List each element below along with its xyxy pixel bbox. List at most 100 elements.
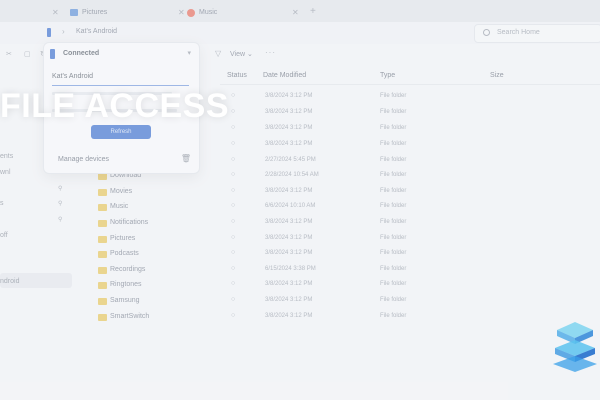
pictures-folder-icon — [70, 9, 78, 16]
folder-icon — [98, 251, 107, 258]
file-date: 3/8/2024 3:12 PM — [265, 188, 313, 194]
file-name: Notifications — [110, 219, 149, 226]
file-name: Samsung — [110, 297, 140, 304]
refresh-button[interactable]: Refresh — [91, 125, 151, 139]
column-header-size[interactable]: Size — [490, 72, 504, 79]
manage-devices-link[interactable]: Manage devices — [58, 156, 109, 163]
file-date: 3/8/2024 3:12 PM — [265, 250, 313, 256]
sync-status-icon: ○ — [231, 171, 236, 178]
file-name: Ringtones — [110, 281, 142, 288]
close-tab-icon[interactable]: ✕ — [292, 8, 299, 17]
sync-status-icon: ○ — [231, 202, 236, 209]
chevron-right-icon: › — [62, 27, 65, 36]
sidebar-item[interactable]: s — [0, 200, 4, 207]
view-label: View — [230, 51, 246, 58]
tab-music[interactable]: Music — [187, 3, 297, 22]
phone-icon — [47, 28, 51, 37]
file-type: File folder — [380, 109, 407, 115]
sidebar-item[interactable]: wnl — [0, 169, 11, 176]
sync-status-icon: ○ — [231, 280, 236, 287]
file-name: SmartSwitch — [110, 313, 150, 320]
folder-icon — [98, 204, 107, 211]
table-row[interactable]: Notifications ○ 3/8/2024 3:12 PM File fo… — [95, 216, 600, 231]
file-date: 3/8/2024 3:12 PM — [265, 219, 313, 225]
pin-icon: ⚲ — [58, 186, 63, 192]
folder-icon — [98, 220, 107, 227]
file-date: 2/27/2024 5:45 PM — [265, 157, 316, 163]
copy-icon[interactable]: ▢ — [24, 50, 31, 58]
table-row[interactable]: Music ○ 6/6/2024 10:10 AM File folder — [95, 200, 600, 215]
file-name: Music — [110, 203, 129, 210]
sync-status-icon: ○ — [231, 124, 236, 131]
file-date: 3/8/2024 3:12 PM — [265, 125, 313, 131]
column-header-type[interactable]: Type — [380, 72, 395, 79]
file-name: Podcasts — [110, 250, 139, 257]
headline: FILE ACCESS — [0, 87, 230, 125]
layered-stack-logo-icon — [553, 322, 597, 372]
folder-icon — [98, 236, 107, 243]
sync-status-icon: ○ — [231, 140, 236, 147]
sync-status-icon: ○ — [231, 296, 236, 303]
close-tab-icon[interactable]: ✕ — [52, 8, 59, 17]
file-date: 3/8/2024 3:12 PM — [265, 297, 313, 303]
table-row[interactable]: Pictures ○ 3/8/2024 3:12 PM File folder — [95, 232, 600, 247]
file-type: File folder — [380, 235, 407, 241]
trash-icon[interactable]: 🗑 — [181, 154, 191, 163]
sync-status-icon: ○ — [231, 234, 236, 241]
file-date: 3/8/2024 3:12 PM — [265, 141, 313, 147]
folder-icon — [98, 282, 107, 289]
file-type: File folder — [380, 313, 407, 319]
folder-icon — [98, 173, 107, 180]
new-tab-icon[interactable]: + — [310, 6, 316, 17]
sync-status-icon: ○ — [231, 108, 236, 115]
file-type: File folder — [380, 281, 407, 287]
file-date: 2/28/2024 10:54 AM — [265, 172, 319, 178]
table-row[interactable]: Recordings ○ 6/15/2024 3:38 PM File fold… — [95, 263, 600, 278]
more-options-icon[interactable]: ··· — [265, 48, 276, 57]
divider — [52, 85, 189, 86]
sidebar-item-android[interactable]: ndroid — [0, 278, 19, 285]
table-row[interactable]: SmartSwitch ○ 3/8/2024 3:12 PM File fold… — [95, 310, 600, 325]
file-date: 3/8/2024 3:12 PM — [265, 109, 313, 115]
sync-status-icon: ○ — [231, 218, 236, 225]
tab-bar: ✕ Pictures ✕ Music ✕ + — [0, 0, 600, 22]
file-type: File folder — [380, 125, 407, 131]
table-row[interactable]: Movies ○ 3/8/2024 3:12 PM File folder — [95, 185, 600, 200]
chevron-down-icon[interactable]: ▾ — [187, 49, 191, 57]
breadcrumb[interactable]: Kat's Android — [76, 28, 117, 35]
sidebar-item[interactable]: ents — [0, 153, 13, 160]
sidebar-item[interactable]: off — [0, 232, 8, 239]
file-type: File folder — [380, 172, 407, 178]
close-tab-icon[interactable]: ✕ — [178, 8, 185, 17]
sync-status-icon: ○ — [231, 156, 236, 163]
view-button[interactable]: View ⌄ — [230, 50, 253, 58]
connection-status: Connected — [63, 50, 100, 57]
file-type: File folder — [380, 266, 407, 272]
file-name: Movies — [110, 188, 133, 195]
cut-icon[interactable]: ✂ — [6, 50, 12, 58]
address-bar: › Kat's Android Search Home — [0, 22, 600, 44]
file-date: 3/8/2024 3:12 PM — [265, 93, 313, 99]
folder-icon — [98, 189, 107, 196]
file-type: File folder — [380, 250, 407, 256]
search-icon — [483, 29, 490, 36]
column-header-date-modified[interactable]: Date Modified — [263, 72, 306, 79]
folder-icon — [98, 267, 107, 274]
column-header-status[interactable]: Status — [227, 72, 247, 79]
sync-status-icon: ○ — [231, 187, 236, 194]
pin-icon: ⚲ — [58, 201, 63, 207]
tab-label: Music — [199, 9, 218, 16]
device-name: Kat's Android — [52, 73, 94, 80]
folder-icon — [98, 298, 107, 305]
search-input[interactable]: Search Home — [474, 24, 600, 43]
table-row[interactable]: Ringtones ○ 3/8/2024 3:12 PM File folder — [95, 278, 600, 293]
table-row[interactable]: Samsung ○ 3/8/2024 3:12 PM File folder — [95, 294, 600, 309]
tab-pictures[interactable]: Pictures — [70, 3, 180, 22]
file-type: File folder — [380, 141, 407, 147]
table-row[interactable]: Podcasts ○ 3/8/2024 3:12 PM File folder — [95, 247, 600, 262]
file-date: 6/15/2024 3:38 PM — [265, 266, 316, 272]
filter-icon[interactable]: ▽ — [215, 49, 221, 58]
folder-icon — [98, 314, 107, 321]
file-date: 6/6/2024 10:10 AM — [265, 203, 316, 209]
file-type: File folder — [380, 219, 407, 225]
